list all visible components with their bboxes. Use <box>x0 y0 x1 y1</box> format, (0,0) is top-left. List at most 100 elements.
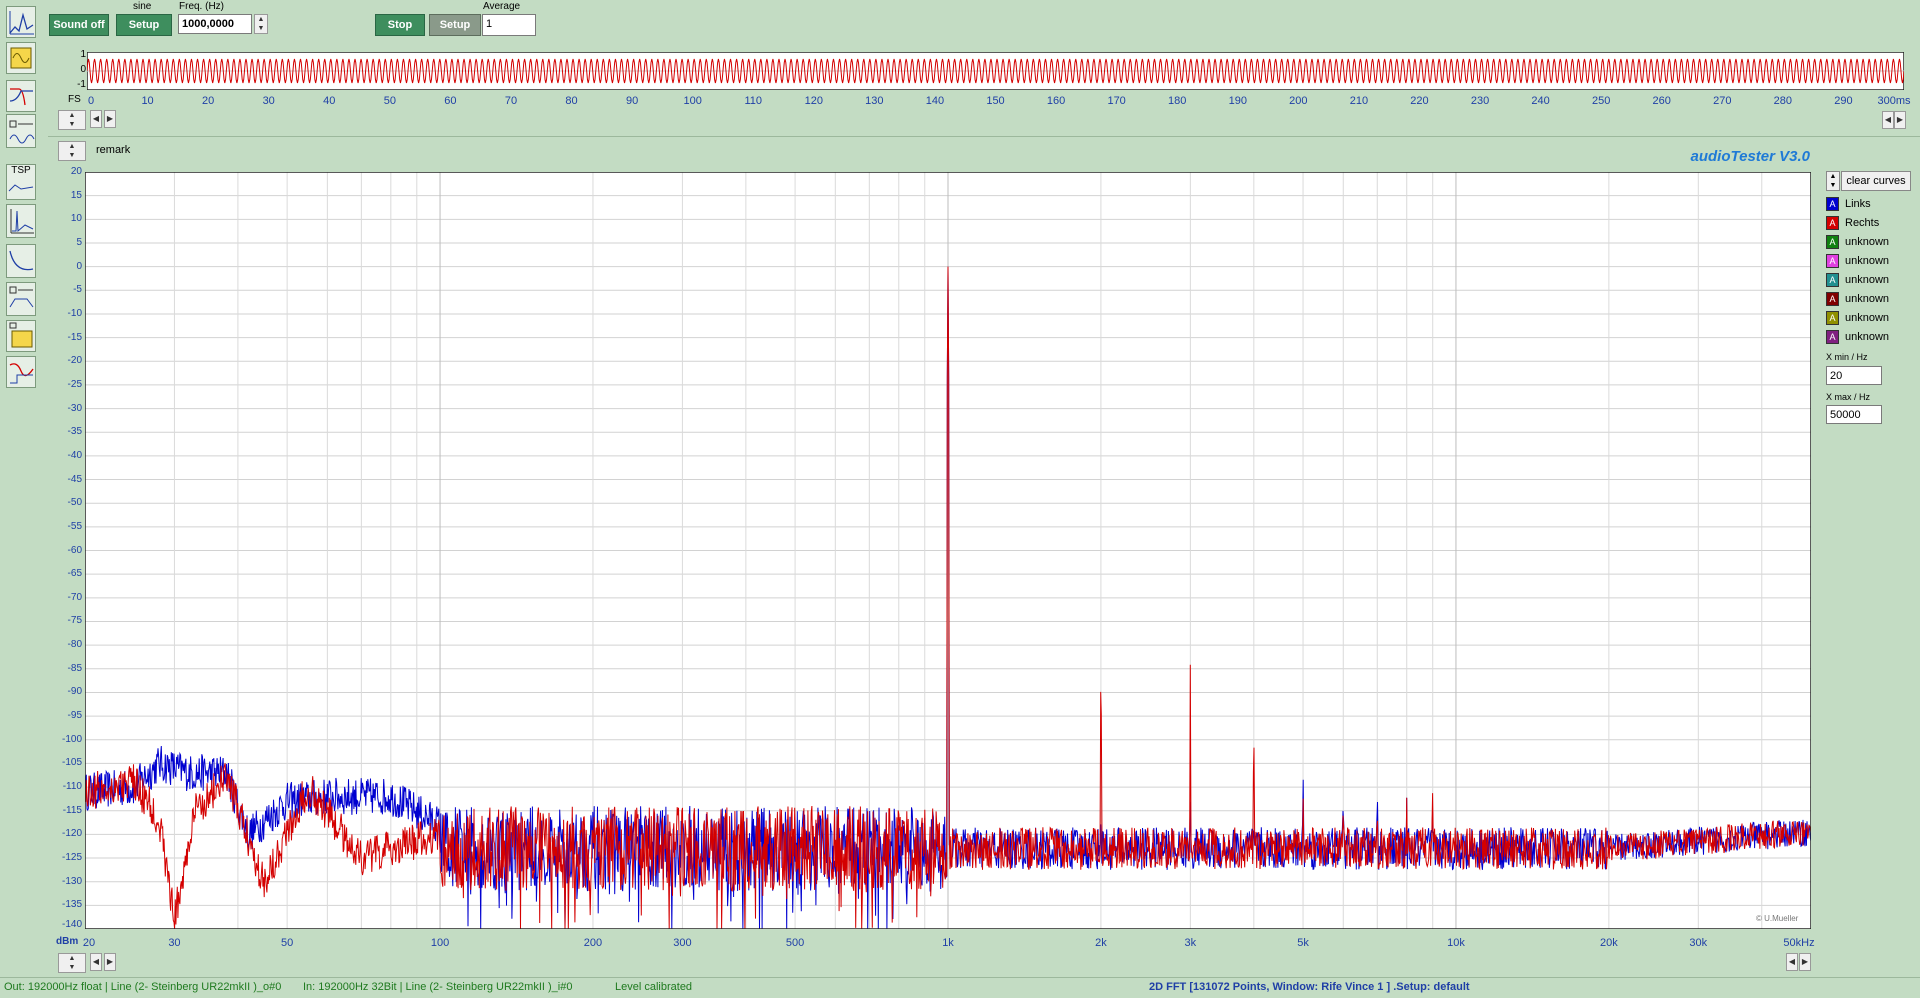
fft-ytick: -70 <box>67 591 82 603</box>
fft-scroll-right[interactable]: ▶ <box>1799 953 1811 971</box>
fft-ytick: -130 <box>61 875 82 887</box>
legend-swatch-icon[interactable]: A <box>1826 292 1839 307</box>
scope-ytick-0: 0 <box>80 64 86 75</box>
generator-tool-icon[interactable] <box>6 114 36 148</box>
fft-ytick: 5 <box>76 236 82 248</box>
fft-xtick: 20 <box>82 937 96 949</box>
xmax-input[interactable]: 50000 <box>1826 405 1882 424</box>
signal-type-label: sine <box>133 1 152 12</box>
fft-ytick: -90 <box>67 686 82 698</box>
legend-item[interactable]: Aunknown <box>1826 329 1889 345</box>
fft-ytick: -45 <box>67 473 82 485</box>
fft-ytick: -105 <box>61 757 82 769</box>
fft-ytick: -110 <box>62 781 82 793</box>
average-label: Average <box>483 1 521 12</box>
scope-right-arrow[interactable]: ▶ <box>104 110 116 128</box>
remark-label: remark <box>96 144 131 156</box>
fft-xtick: 200 <box>583 937 603 949</box>
legend-label: Links <box>1845 198 1871 210</box>
fft-ytick: -55 <box>67 520 82 532</box>
scope-xtick: 250 <box>1591 95 1611 107</box>
scope-xtick: 200 <box>1289 95 1308 107</box>
legend-item[interactable]: Aunknown <box>1826 310 1889 326</box>
fft-left-arrow[interactable]: ◀ <box>90 953 102 971</box>
fft-zoom-spinner[interactable]: ▲ ▼ <box>58 953 86 973</box>
fft-ytick: -95 <box>67 710 82 722</box>
scope-xtick: 120 <box>804 95 823 107</box>
generator-setup-button[interactable]: Setup <box>116 14 172 36</box>
scope-xtick: 260 <box>1652 95 1671 107</box>
legend-swatch-icon[interactable]: A <box>1826 254 1839 269</box>
fft-ytick: -60 <box>67 544 82 556</box>
clear-curves-spinner[interactable]: ▲ ▼ <box>1826 171 1840 191</box>
legend-swatch-icon[interactable]: A <box>1826 235 1839 250</box>
fft-xtick: 500 <box>785 937 805 949</box>
average-input[interactable]: 1 <box>482 14 536 36</box>
frequency-spinner[interactable]: ▲ ▼ <box>254 14 268 34</box>
scope-xtick: 150 <box>986 95 1005 107</box>
fft-right-arrow[interactable]: ▶ <box>104 953 116 971</box>
analyzer-setup-button[interactable]: Setup <box>429 14 481 36</box>
fft-xtick: 50 <box>281 937 294 949</box>
scope-xtick: 110 <box>744 95 762 107</box>
fft-ytick: -30 <box>67 402 82 414</box>
legend-swatch-icon[interactable]: A <box>1826 216 1839 231</box>
clear-curves-button[interactable]: clear curves <box>1841 171 1911 191</box>
frequency-input[interactable]: 1000,0000 <box>178 14 252 34</box>
legend-item[interactable]: Aunknown <box>1826 291 1889 307</box>
scope-left-arrow[interactable]: ◀ <box>90 110 102 128</box>
fft-ytick: -65 <box>67 568 82 580</box>
fft-ytick: -50 <box>67 497 82 509</box>
fft-xtick: 300 <box>673 937 692 949</box>
impedance-tool-icon[interactable] <box>6 244 36 278</box>
response-tool-icon[interactable] <box>6 356 36 388</box>
legend-item[interactable]: Aunknown <box>1826 253 1889 269</box>
legend-item[interactable]: A Links <box>1826 196 1871 212</box>
scope-zoom-spinner[interactable]: ▲ ▼ <box>58 110 86 130</box>
scope-xtick: 40 <box>323 95 336 107</box>
remark-spinner[interactable]: ▲ ▼ <box>58 141 86 161</box>
spectrum-tool-icon[interactable] <box>6 204 36 238</box>
scope-scroll-right[interactable]: ▶ <box>1894 111 1906 129</box>
legend-swatch-icon[interactable]: A <box>1826 311 1839 326</box>
legend-label: Rechts <box>1845 217 1880 229</box>
tsp-tool-icon[interactable]: TSP <box>6 164 36 200</box>
scope-scroll-left[interactable]: ◀ <box>1882 111 1894 129</box>
fft-ytick: -85 <box>67 662 82 674</box>
legend-item[interactable]: A Rechts <box>1826 215 1879 231</box>
scope-xtick: 30 <box>262 95 275 107</box>
app-title: audioTester V3.0 <box>1690 148 1811 165</box>
fft-ytick: -25 <box>67 378 82 390</box>
scope-xtick: 80 <box>565 95 578 107</box>
sound-off-button[interactable]: Sound off <box>49 14 109 36</box>
fft-xtick: 2k <box>1095 937 1107 949</box>
scope-xtick: 20 <box>202 95 215 107</box>
legend-item[interactable]: Aunknown <box>1826 272 1889 288</box>
legend-swatch-icon[interactable]: A <box>1826 197 1839 212</box>
fft-ytick: -10 <box>67 307 82 319</box>
distortion-tool-icon[interactable] <box>6 320 36 352</box>
fft-ytick: -135 <box>61 899 82 911</box>
scope-xtick: 220 <box>1410 95 1429 107</box>
freq-label: Freq. (Hz) <box>179 1 224 12</box>
stop-button[interactable]: Stop <box>375 14 425 36</box>
filter-tool-icon[interactable] <box>6 80 36 112</box>
legend-swatch-icon[interactable]: A <box>1826 330 1839 345</box>
status-level: Level calibrated <box>615 981 693 993</box>
xmin-input[interactable]: 20 <box>1826 366 1882 385</box>
legend-label: unknown <box>1845 293 1890 305</box>
legend-item[interactable]: Aunknown <box>1826 234 1889 250</box>
legend-swatch-icon[interactable]: A <box>1826 273 1839 288</box>
scope-xtick: 280 <box>1773 95 1793 107</box>
scope-tool-icon[interactable] <box>6 42 36 74</box>
speaker-tool-icon[interactable] <box>6 282 36 316</box>
scope-xtick: 290 <box>1834 95 1853 107</box>
scope-xtick: 100 <box>683 95 702 107</box>
fft-ytick: -100 <box>61 733 82 745</box>
fft-analyzer-tool-icon[interactable] <box>6 6 36 38</box>
fft-xtick: 30 <box>168 937 181 949</box>
scope-xtick: 240 <box>1531 95 1550 107</box>
fft-xtick: 30k <box>1689 937 1708 949</box>
fft-scroll-left[interactable]: ◀ <box>1786 953 1798 971</box>
scope-xtick: 160 <box>1046 95 1066 107</box>
